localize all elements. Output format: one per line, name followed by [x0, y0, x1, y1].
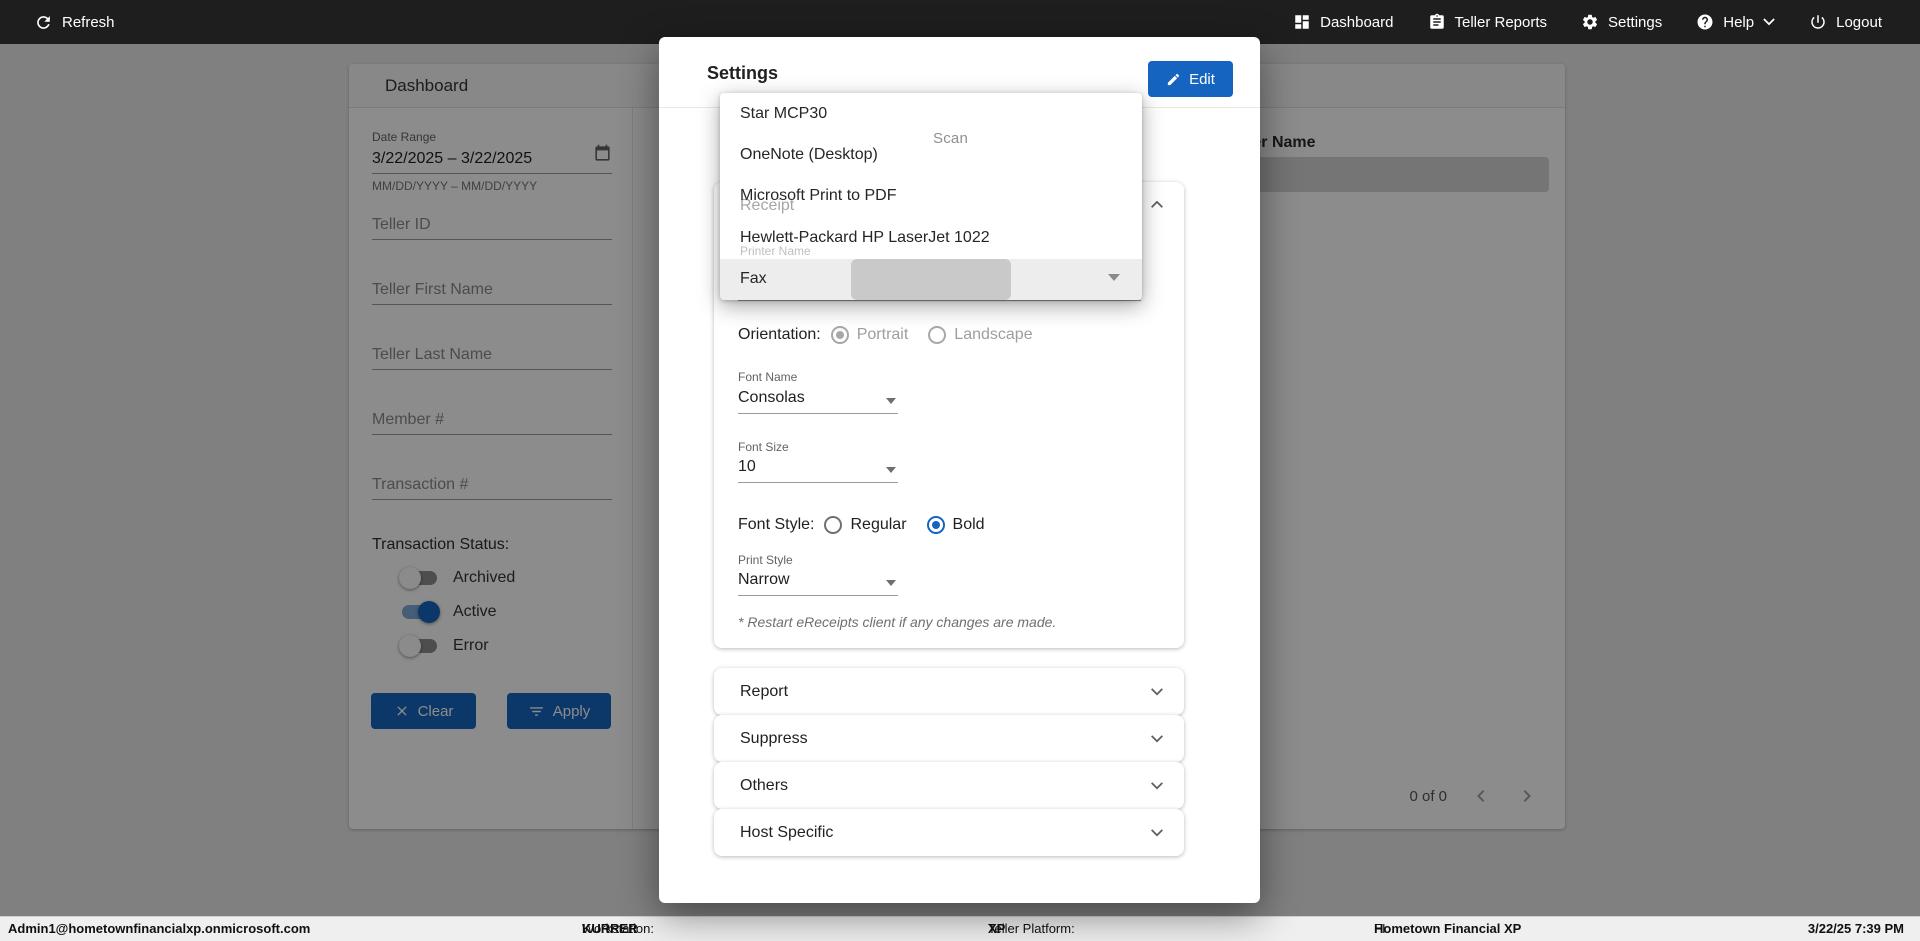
- print-style-label: Print Style: [738, 553, 793, 567]
- others-section-header[interactable]: Others: [714, 762, 1184, 809]
- bold-label: Bold: [952, 516, 985, 533]
- orientation-label: Orientation:: [738, 326, 821, 343]
- font-style-label: Font Style:: [738, 516, 815, 533]
- chevron-down-icon: [1151, 734, 1163, 742]
- logged-in-user: Admin1@hometownfinancialxp.onmicrosoft.c…: [8, 921, 311, 936]
- landscape-label: Landscape: [954, 326, 1033, 343]
- nav-dashboard[interactable]: Dashboard: [1293, 13, 1394, 31]
- landscape-radio[interactable]: [928, 326, 947, 344]
- refresh-icon: [37, 15, 50, 29]
- menu-item-fax[interactable]: Fax: [720, 258, 1142, 300]
- font-size-label: Font Size: [738, 440, 789, 454]
- chevron-down-icon: [1151, 828, 1163, 836]
- tab-scan[interactable]: Scan: [933, 130, 968, 147]
- portrait-label: Portrait: [856, 326, 909, 343]
- chevron-up-icon: [1151, 201, 1163, 208]
- ripple-effect: [851, 258, 1011, 300]
- others-section-title: Others: [740, 776, 789, 794]
- settings-dialog: Settings Edit Scan Receipt Printer Name …: [659, 37, 1260, 903]
- nav-help[interactable]: Help: [1696, 13, 1775, 31]
- chevron-down-icon: [1763, 18, 1775, 26]
- menu-item-label: Star MCP30: [740, 104, 828, 122]
- host-specific-section-header[interactable]: Host Specific: [714, 809, 1184, 856]
- screen: Refresh Dashboard Teller Reports Setting…: [0, 0, 1920, 941]
- fi-value: Hometown Financial XP: [1374, 921, 1522, 936]
- nav-label: Logout: [1836, 13, 1882, 31]
- regular-radio[interactable]: [824, 516, 843, 534]
- power-icon: [1811, 15, 1825, 29]
- current-datetime: 3/22/25 7:39 PM: [1807, 921, 1904, 936]
- dropdown-arrow-icon: [886, 398, 896, 404]
- dropdown-arrow-icon: [886, 467, 896, 473]
- section-host-specific: Host Specific: [714, 809, 1184, 856]
- print-style-select[interactable]: Narrow: [738, 568, 898, 596]
- edit-button[interactable]: Edit: [1148, 61, 1233, 97]
- font-name-value: Consolas: [738, 389, 805, 406]
- nav-label: Dashboard: [1320, 13, 1394, 31]
- report-section-title: Report: [740, 682, 789, 700]
- host-specific-section-title: Host Specific: [740, 823, 834, 841]
- menu-item-label: Hewlett-Packard HP LaserJet 1022: [740, 228, 990, 246]
- nav-label: Help: [1723, 13, 1755, 31]
- nav-label: Teller Reports: [1454, 13, 1548, 31]
- suppress-section-header[interactable]: Suppress: [714, 715, 1184, 762]
- menu-item-star-mcp30[interactable]: Star MCP30: [720, 93, 1142, 134]
- platform-value: XP: [988, 921, 1006, 936]
- refresh-label: Refresh: [62, 13, 115, 31]
- portrait-radio[interactable]: [830, 326, 849, 344]
- menu-item-label: Microsoft Print to PDF: [740, 187, 897, 205]
- reports-icon: [1429, 13, 1444, 29]
- chevron-down-icon: [1151, 781, 1163, 789]
- help-icon: [1697, 14, 1713, 30]
- font-size-value: 10: [738, 458, 756, 475]
- nav-logout[interactable]: Logout: [1809, 13, 1882, 31]
- edit-label: Edit: [1189, 70, 1215, 88]
- pencil-icon: [1167, 73, 1180, 85]
- menu-item-label: OneNote (Desktop): [740, 146, 878, 164]
- menu-item-label: Fax: [740, 270, 767, 288]
- menu-item-print-to-pdf[interactable]: Microsoft Print to PDF: [720, 176, 1142, 217]
- print-style-value: Narrow: [738, 571, 790, 588]
- gear-icon: [1583, 14, 1598, 30]
- regular-label: Regular: [850, 516, 907, 533]
- nav-label: Settings: [1608, 13, 1663, 31]
- bold-radio[interactable]: [926, 516, 945, 534]
- dropdown-arrow-icon: [886, 580, 896, 586]
- font-name-select[interactable]: Consolas: [738, 386, 898, 414]
- font-style-row: Font Style: Regular Bold: [738, 512, 985, 538]
- section-suppress: Suppress: [714, 715, 1184, 762]
- section-others: Others: [714, 762, 1184, 809]
- printer-menu: Star MCP30 OneNote (Desktop) Microsoft P…: [720, 93, 1142, 300]
- menu-item-onenote[interactable]: OneNote (Desktop): [720, 134, 1142, 175]
- printer-name-select[interactable]: [738, 300, 1141, 301]
- dialog-title: Settings: [707, 63, 779, 83]
- dropdown-arrow-icon: [1108, 274, 1120, 281]
- font-size-select[interactable]: 10: [738, 455, 898, 483]
- orientation-row: Orientation: Portrait Landscape: [738, 322, 1033, 348]
- section-report: Report: [714, 668, 1184, 715]
- workstation-value: KURRER: [582, 921, 638, 936]
- chevron-down-icon: [1151, 687, 1163, 695]
- nav-teller-reports[interactable]: Teller Reports: [1428, 13, 1548, 31]
- suppress-section-title: Suppress: [740, 729, 808, 747]
- nav-settings[interactable]: Settings: [1581, 13, 1662, 31]
- restart-note: * Restart eReceipts client if any change…: [738, 614, 1057, 630]
- statusbar: Admin1@hometownfinancialxp.onmicrosoft.c…: [0, 916, 1920, 941]
- refresh-button[interactable]: Refresh: [34, 13, 115, 32]
- dashboard-icon: [1295, 15, 1309, 29]
- font-name-label: Font Name: [738, 370, 798, 384]
- menu-item-hp-laserjet[interactable]: Hewlett-Packard HP LaserJet 1022: [720, 217, 1142, 258]
- report-section-header[interactable]: Report: [714, 668, 1184, 715]
